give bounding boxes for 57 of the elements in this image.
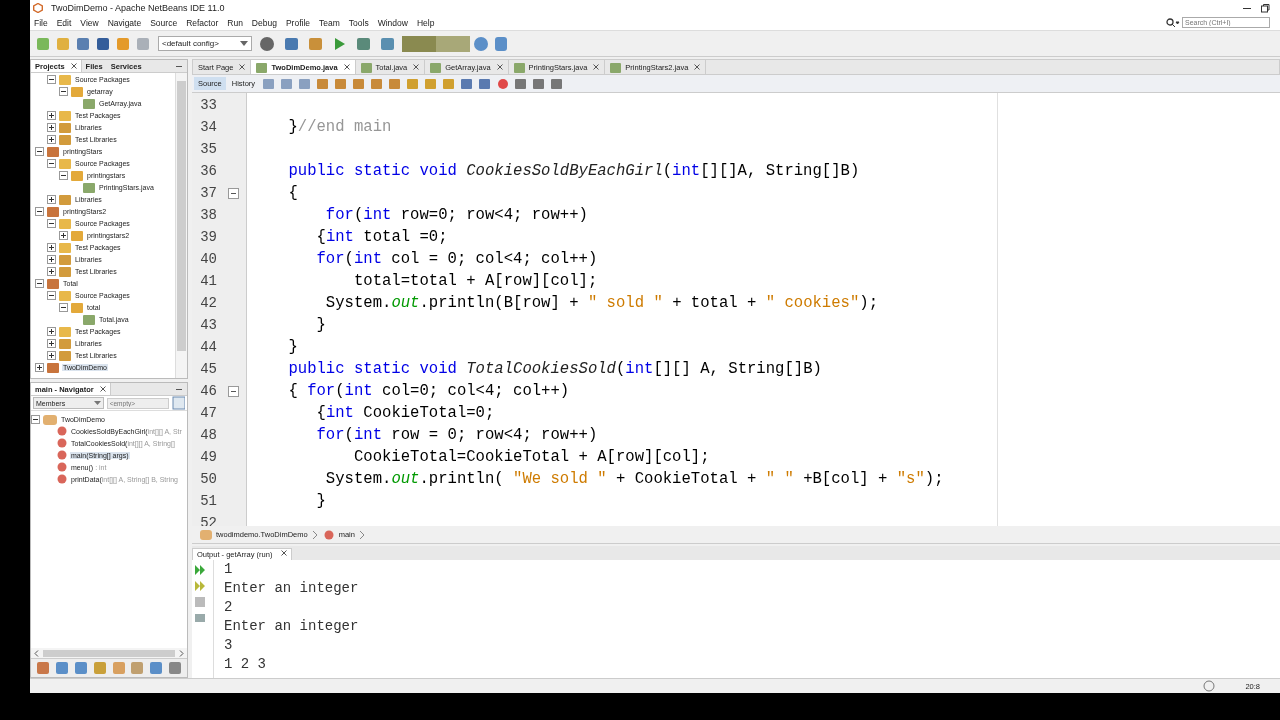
code-line: } [315,492,326,510]
menu-item[interactable]: Team [319,17,340,28]
line-number: 42 [199,295,217,311]
menu-item[interactable]: Refactor [186,17,219,28]
menu-item[interactable]: Edit [56,17,72,28]
line-number: 46 [199,383,217,399]
code-line: {int total =0; [315,228,448,246]
output-line: 1 [224,561,234,579]
code-line: public static void CookiesSoldByEachGirl(int[][]A, String[]B) [287,162,860,180]
menu-item[interactable]: Debug [251,17,277,28]
menu-item[interactable]: Profile [285,17,310,28]
menu-item[interactable]: File [34,17,48,28]
config-dropdown[interactable]: <default config> [158,36,252,51]
menu-item[interactable]: Tools [348,17,369,28]
output-line: 3 [224,637,234,655]
line-number: 33 [199,97,217,113]
line-number: 45 [199,361,217,377]
code-line: }//end main [287,118,392,136]
code-line: for(int row=0; row<4; row++) [324,206,588,224]
code-line: for(int row = 0; row<4; row++) [315,426,598,444]
menu-item[interactable]: View [80,17,99,28]
menu-item[interactable]: Navigate [107,17,142,28]
code-line: { [287,184,298,202]
code-line: total=total + A[row][col]; [352,272,598,290]
code-line: for(int col = 0; col<4; col++) [315,250,598,268]
line-number: 43 [199,317,217,333]
line-number: 50 [199,471,217,487]
line-number: 38 [199,207,217,223]
menu-item[interactable]: Help [416,17,435,28]
menu-item[interactable]: Source [150,17,178,28]
code-line: CookieTotal=CookieTotal + A[row][col]; [352,448,710,466]
code-line: } [287,338,298,356]
line-number: 39 [199,229,217,245]
menu-item[interactable]: Run [227,17,243,28]
code-line: } [315,316,326,334]
code-line: public static void TotalCookiesSold(int[][] A, String[]B) [287,360,822,378]
line-number: 47 [199,405,217,421]
line-number: 35 [199,141,217,157]
code-line: {int CookieTotal=0; [315,404,495,422]
line-number: 48 [199,427,217,443]
line-number: 36 [199,163,217,179]
code-line: System.out.println(B[row] + " sold " + total + " cookies"); [324,294,878,312]
code-line: { for(int col=0; col<4; col++) [287,382,570,400]
line-number: 34 [199,119,217,135]
output-line: Enter an integer [224,618,359,636]
line-number: 51 [199,493,217,509]
output-line: 1 2 3 [224,656,267,674]
line-number: 41 [199,273,217,289]
code-line: System.out.println( "We sold " + CookieTotal + " " +B[col] + "s"); [324,470,944,488]
window-title: TwoDimDemo - Apache NetBeans IDE 11.0 [51,2,225,13]
line-number: 49 [199,449,217,465]
line-number: 44 [199,339,217,355]
menu-item[interactable]: Window [377,17,408,28]
output-line: 2 [224,599,234,617]
line-number: 37 [199,185,217,201]
line-number: 40 [199,251,217,267]
output-line: Enter an integer [224,580,359,598]
